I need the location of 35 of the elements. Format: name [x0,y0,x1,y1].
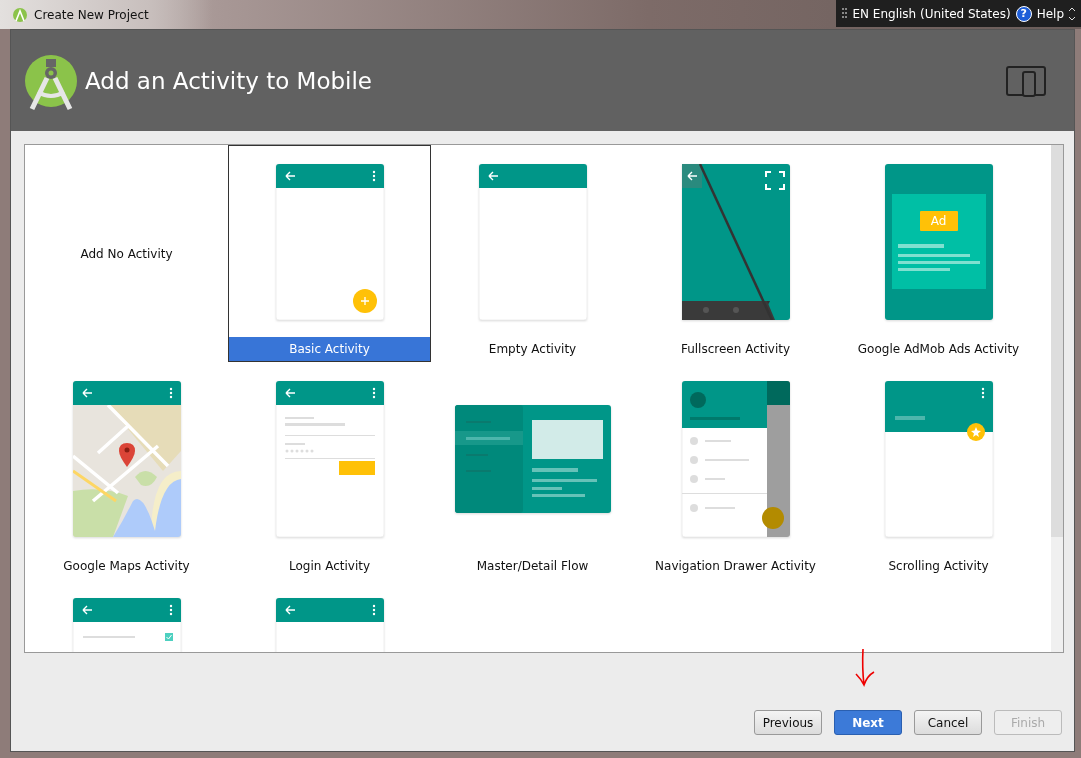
template-label: Fullscreen Activity [679,341,792,358]
template-tile[interactable]: Google Maps Activity [25,362,228,579]
grip-icon [841,6,848,21]
dialog-button[interactable]: Cancel [914,710,982,735]
app-icon [12,6,28,23]
template-label: Google Maps Activity [62,558,191,575]
template-label: Login Activity [287,558,372,575]
dialog-button[interactable]: Next [834,710,902,735]
template-tile[interactable]: Ad Google AdMob Ads Activity [837,145,1040,362]
template-label: Add No Activity [79,245,174,263]
language-label[interactable]: EN English (United States) [852,6,1011,21]
help-icon[interactable]: ? [1015,5,1032,22]
template-label: Google AdMob Ads Activity [856,341,1021,358]
template-tile[interactable]: Add No Activity [25,145,228,362]
template-tile[interactable]: Login Activity [228,362,431,579]
restore-icon[interactable] [1069,6,1075,21]
scrollbar[interactable] [1051,145,1063,652]
template-tile[interactable]: Empty Activity [431,145,634,362]
template-label: Scrolling Activity [887,558,990,575]
template-tile[interactable]: Fullscreen Activity [634,145,837,362]
template-label: Basic Activity [229,337,430,361]
ad-label: Ad [929,213,948,230]
pointer-arrow-drawing [854,648,876,688]
template-tile[interactable]: Master/Detail Flow [431,362,634,579]
template-label: Navigation Drawer Activity [654,558,817,575]
dialog-button[interactable]: Previous [754,710,822,735]
template-label: Master/Detail Flow [475,558,590,575]
template-tile[interactable]: Navigation Drawer Activity [634,362,837,579]
template-tile[interactable]: Scrolling Activity [837,362,1040,579]
window-title: Create New Project [34,7,149,22]
template-label: Empty Activity [487,341,578,358]
template-tile[interactable]: Basic Activity [228,145,431,362]
help-label[interactable]: Help [1036,6,1064,21]
dialog-title: Add an Activity to Mobile [85,67,373,94]
language-bar[interactable]: EN English (United States) ? Help [835,0,1081,27]
